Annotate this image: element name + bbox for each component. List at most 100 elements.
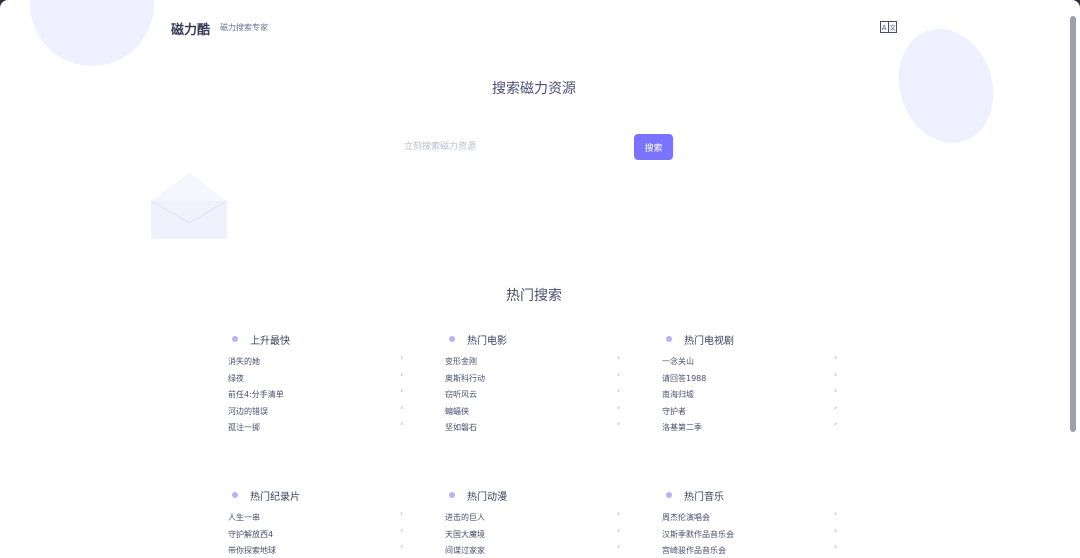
brand-logo[interactable]: 磁力酷	[171, 19, 210, 38]
section-title-hot: 热门搜索	[506, 288, 562, 304]
browser-window: 磁力酷 磁力搜索专家 A 文 搜索磁力资源 搜索 热门搜索 上升最快 消失的她 ›…	[0, 0, 1080, 558]
chevron-right-icon: ›	[400, 542, 404, 551]
chevron-right-icon: ›	[400, 509, 404, 518]
chevron-right-icon: ›	[617, 542, 621, 551]
category-movies: 热门电影 变形金刚 › 奥斯科行动 › 窃听风云 › 蝙蝠侠 › 坚如磐石 ›	[445, 331, 625, 432]
list-item[interactable]: 变形金刚 ›	[445, 353, 625, 370]
list-item[interactable]: 消失的她 ›	[228, 353, 408, 370]
list-item[interactable]: 南海归墟 ›	[662, 386, 842, 403]
category-title: 热门动漫	[467, 492, 507, 503]
chevron-right-icon: ›	[617, 419, 621, 428]
svg-text:文: 文	[890, 24, 896, 32]
chevron-right-icon: ›	[834, 386, 838, 395]
chevron-right-icon: ›	[834, 509, 838, 518]
chevron-right-icon: ›	[834, 419, 838, 428]
chevron-right-icon: ›	[617, 509, 621, 518]
item-label: 窃听风云	[445, 390, 477, 399]
list-item[interactable]: 洛基第二季 ›	[662, 419, 842, 436]
chevron-right-icon: ›	[400, 525, 404, 535]
item-label: 汉斯季默作品音乐会	[662, 529, 734, 539]
item-label: 河边的错误	[228, 406, 268, 416]
dot-icon	[449, 336, 455, 342]
chevron-right-icon: ›	[617, 402, 621, 412]
list-item[interactable]: 前任4:分手清单 ›	[228, 386, 408, 403]
list-item[interactable]: 绿夜 ›	[228, 370, 408, 387]
list-item[interactable]: 孤注一掷 ›	[228, 419, 408, 436]
dot-icon	[449, 492, 455, 498]
brand-tagline: 磁力搜索专家	[220, 23, 268, 32]
chevron-right-icon: ›	[400, 386, 404, 395]
chevron-right-icon: ›	[834, 369, 838, 379]
chevron-right-icon: ›	[617, 525, 621, 535]
envelope-icon	[150, 173, 228, 239]
list-item[interactable]: 间谍过家家 ›	[445, 542, 625, 558]
category-title: 热门电视剧	[684, 336, 734, 347]
chevron-right-icon: ›	[400, 369, 404, 379]
item-label: 洛基第二季	[662, 423, 702, 432]
chevron-right-icon: ›	[834, 402, 838, 412]
scrollbar-thumb[interactable]	[1070, 16, 1076, 432]
list-item[interactable]: 守护解放西4 ›	[228, 526, 408, 543]
item-label: 守护解放西4	[228, 529, 274, 539]
dot-icon	[232, 492, 238, 498]
chevron-right-icon: ›	[834, 525, 838, 535]
list-item[interactable]: 进击的巨人 ›	[445, 509, 625, 526]
category-music: 热门音乐 周杰伦演唱会 › 汉斯季默作品音乐会 › 宫崎骏作品音乐会 ›	[662, 487, 842, 555]
list-item[interactable]: 带你探索地球 ›	[228, 542, 408, 558]
item-label: 前任4:分手清单	[228, 390, 284, 399]
item-label: 绿夜	[228, 373, 244, 383]
item-label: 消失的她	[228, 357, 260, 366]
list-item[interactable]: 天国大魔境 ›	[445, 526, 625, 543]
list-item[interactable]: 请回答1988 ›	[662, 370, 842, 387]
translate-icon[interactable]: A 文	[880, 21, 897, 33]
item-label: 间谍过家家	[445, 546, 485, 555]
item-label: 带你探索地球	[228, 546, 276, 555]
chevron-right-icon: ›	[834, 353, 838, 362]
item-label: 天国大魔境	[445, 529, 485, 539]
item-label: 宫崎骏作品音乐会	[662, 546, 726, 555]
dot-icon	[666, 336, 672, 342]
item-label: 人生一串	[228, 513, 260, 522]
dot-icon	[232, 336, 238, 342]
item-label: 变形金刚	[445, 357, 477, 366]
category-documentaries: 热门纪录片 人生一串 › 守护解放西4 › 带你探索地球 ›	[228, 487, 408, 555]
list-item[interactable]: 窃听风云 ›	[445, 386, 625, 403]
category-title: 热门纪录片	[250, 492, 300, 503]
search-button[interactable]: 搜索	[634, 134, 673, 160]
category-anime: 热门动漫 进击的巨人 › 天国大魔境 › 间谍过家家 ›	[445, 487, 625, 555]
list-item[interactable]: 坚如磐石 ›	[445, 419, 625, 436]
list-item[interactable]: 蝙蝠侠 ›	[445, 403, 625, 420]
list-item[interactable]: 守护者 ›	[662, 403, 842, 420]
page-title: 搜索磁力资源	[492, 81, 576, 97]
item-label: 坚如磐石	[445, 423, 477, 432]
list-item[interactable]: 河边的错误 ›	[228, 403, 408, 420]
svg-text:A: A	[882, 24, 887, 32]
dot-icon	[666, 492, 672, 498]
list-item[interactable]: 人生一串 ›	[228, 509, 408, 526]
category-title: 热门音乐	[684, 492, 724, 503]
item-label: 周杰伦演唱会	[662, 513, 710, 522]
chevron-right-icon: ›	[617, 369, 621, 379]
item-label: 蝙蝠侠	[445, 406, 469, 416]
category-tv-series: 热门电视剧 一念关山 › 请回答1988 › 南海归墟 › 守护者 › 洛基第二季 ›	[662, 331, 842, 432]
chevron-right-icon: ›	[400, 353, 404, 362]
item-label: 南海归墟	[662, 390, 694, 399]
category-title: 上升最快	[250, 336, 290, 347]
item-label: 进击的巨人	[445, 513, 485, 522]
list-item[interactable]: 周杰伦演唱会 ›	[662, 509, 842, 526]
item-label: 守护者	[662, 406, 686, 416]
decorative-circle	[30, 0, 154, 66]
item-label: 一念关山	[662, 357, 694, 366]
chevron-right-icon: ›	[617, 386, 621, 395]
category-rising: 上升最快 消失的她 › 绿夜 › 前任4:分手清单 › 河边的错误 › 孤注一掷 ›	[228, 331, 408, 432]
chevron-right-icon: ›	[400, 419, 404, 428]
chevron-right-icon: ›	[400, 402, 404, 412]
list-item[interactable]: 宫崎骏作品音乐会 ›	[662, 542, 842, 558]
category-title: 热门电影	[467, 336, 507, 347]
list-item[interactable]: 奥斯科行动 ›	[445, 370, 625, 387]
list-item[interactable]: 一念关山 ›	[662, 353, 842, 370]
list-item[interactable]: 汉斯季默作品音乐会 ›	[662, 526, 842, 543]
search-input[interactable]	[398, 134, 640, 160]
chevron-right-icon: ›	[617, 353, 621, 362]
item-label: 请回答1988	[662, 373, 707, 383]
